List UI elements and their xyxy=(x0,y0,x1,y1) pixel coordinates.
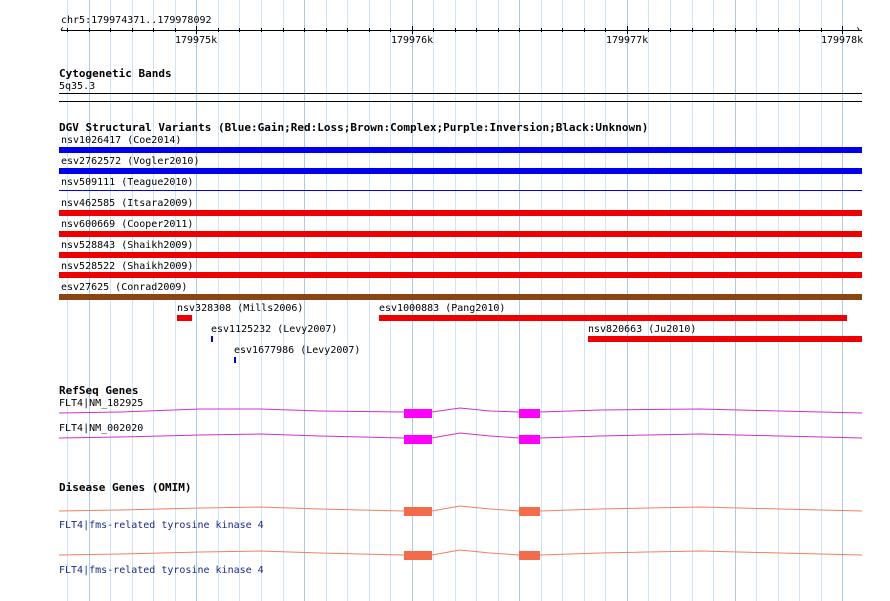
intron-line xyxy=(58,549,863,556)
omim-gene-model[interactable] xyxy=(58,505,863,516)
exon-block[interactable] xyxy=(404,435,432,444)
intron-line xyxy=(58,505,863,512)
exon-block[interactable] xyxy=(519,507,540,516)
exon-block[interactable] xyxy=(404,507,432,516)
exon-block[interactable] xyxy=(519,551,540,560)
exon-block[interactable] xyxy=(404,551,432,560)
gene-models xyxy=(58,407,863,560)
exon-block[interactable] xyxy=(519,409,540,418)
omim-gene-model[interactable] xyxy=(58,549,863,560)
intron-line xyxy=(58,432,863,439)
refseq-gene-model[interactable] xyxy=(58,407,863,418)
refseq-gene-model[interactable] xyxy=(58,432,863,444)
intron-line xyxy=(58,407,863,414)
exon-block[interactable] xyxy=(519,435,540,444)
exon-block[interactable] xyxy=(404,409,432,418)
genome-browser-view: chr5:179974371..179978092 ‹ › 179975k 179… xyxy=(0,0,890,601)
